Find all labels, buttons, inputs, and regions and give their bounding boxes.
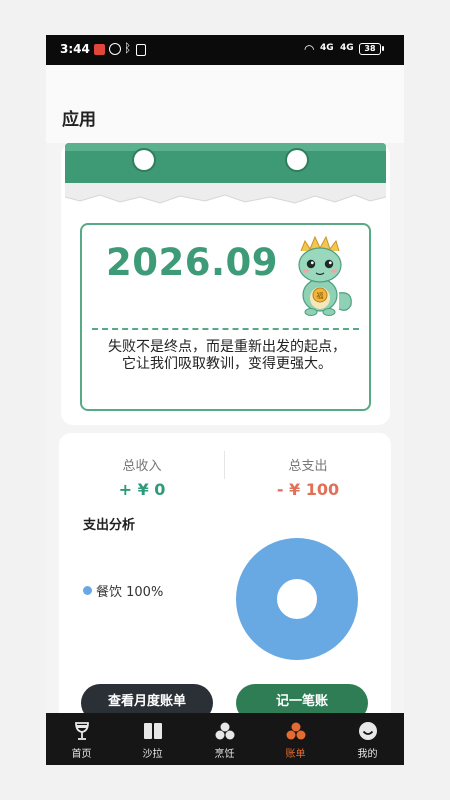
smiley-icon — [359, 722, 377, 740]
expense-value: - ¥ 100 — [276, 480, 340, 499]
legend-dot — [83, 586, 92, 595]
status-bar: 3:44 ᛒ ◠ 4G 4G 38 — [46, 35, 404, 65]
expense-summary: 总支出 - ¥ 100 — [225, 455, 391, 499]
dashed-divider — [92, 328, 359, 330]
wifi-icon: ◠ — [304, 42, 315, 56]
wine-glass-icon — [75, 722, 89, 740]
dots-cluster-icon — [215, 722, 235, 740]
calendar-page: 2026.09 福 失败不是终点，而是重新出发的起点，它让我们吸取教训，变得更强… — [80, 223, 371, 411]
income-value: + ¥ 0 — [118, 480, 166, 499]
daily-quote: 失败不是终点，而是重新出发的起点，它让我们吸取教训，变得更强大。 — [108, 339, 346, 372]
app-header: 应用 — [46, 65, 404, 143]
calendar-binding — [65, 143, 386, 185]
calendar-ring-right — [287, 150, 307, 170]
bottom-nav: 首页 沙拉 烹饪 账单 我的 — [46, 713, 404, 765]
nav-item-salad[interactable]: 沙拉 — [117, 713, 188, 765]
nav-label-bills: 账单 — [285, 749, 306, 760]
analysis-title: 支出分析 — [83, 518, 136, 533]
svg-text:福: 福 — [317, 291, 324, 300]
signal-icon-2: 4G — [340, 43, 354, 53]
income-summary: 总收入 + ¥ 0 — [59, 455, 225, 499]
battery-icon: 38 — [359, 43, 381, 55]
expense-donut-chart — [236, 538, 358, 660]
summary-panel: 总收入 + ¥ 0 总支出 - ¥ 100 支出分析 餐饮 100% 查看月度账… — [59, 433, 391, 723]
bluetooth-icon: ᛒ — [124, 41, 132, 55]
nav-label-mine: 我的 — [357, 749, 378, 760]
book-icon — [144, 723, 162, 739]
income-label: 总收入 — [122, 459, 162, 474]
vibrate-icon — [136, 44, 146, 56]
nav-item-home[interactable]: 首页 — [46, 713, 117, 765]
nav-label-cooking: 烹饪 — [214, 749, 235, 760]
calendar-date: 2026.09 — [106, 241, 279, 284]
calendar-widget: 2026.09 福 失败不是终点，而是重新出发的起点，它让我们吸取教训，变得更强… — [61, 143, 390, 425]
nav-label-home: 首页 — [71, 749, 92, 760]
notification-icon — [94, 44, 105, 55]
bill-dots-icon — [286, 722, 306, 740]
phone-screen: 3:44 ᛒ ◠ 4G 4G 38 应用 2026.09 福 失败不是终点，而是… — [46, 35, 404, 765]
chart-legend: 餐饮 100% — [83, 581, 163, 600]
dragon-mascot-icon: 福 — [298, 235, 352, 316]
expense-label: 总支出 — [288, 459, 328, 474]
calendar-ring-left — [134, 150, 154, 170]
signal-icon-1: 4G — [320, 43, 334, 53]
legend-label: 餐饮 100% — [96, 585, 164, 600]
nav-label-salad: 沙拉 — [142, 749, 163, 760]
status-time: 3:44 — [60, 42, 90, 56]
battery-cap — [382, 46, 384, 51]
nav-item-cooking[interactable]: 烹饪 — [189, 713, 260, 765]
nav-item-bills[interactable]: 账单 — [260, 713, 331, 765]
page-title: 应用 — [62, 110, 96, 130]
nav-item-mine[interactable]: 我的 — [332, 713, 403, 765]
speedometer-icon — [109, 43, 121, 55]
torn-paper-edge — [65, 183, 386, 204]
calendar-strip — [65, 143, 386, 151]
donut-slice-0 — [236, 538, 358, 660]
